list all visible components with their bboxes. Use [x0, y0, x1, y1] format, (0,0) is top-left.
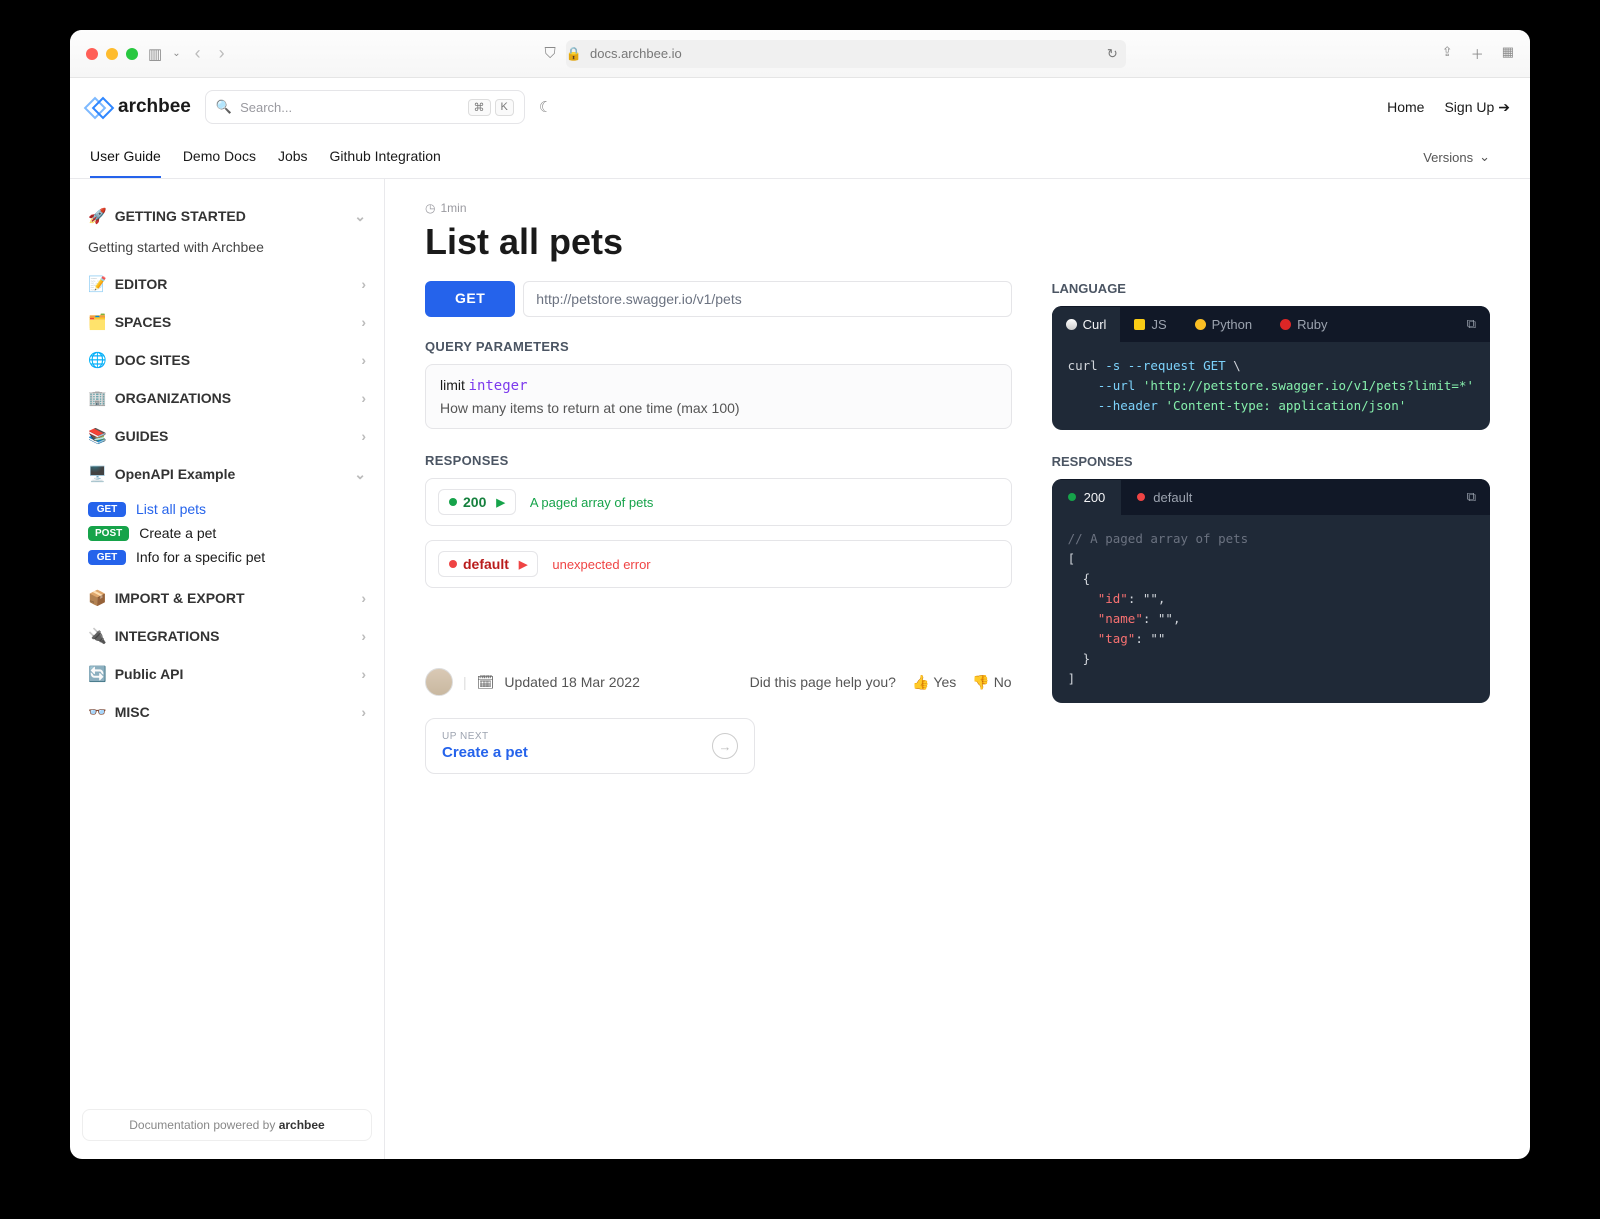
search-input[interactable]: 🔍 Search... ⌘ K [205, 90, 525, 124]
minimize-window-icon[interactable] [106, 48, 118, 60]
sidebar-toggle-icon[interactable]: ▥ [148, 45, 162, 63]
brand-name: archbee [118, 96, 191, 118]
dropdown-icon[interactable]: ⌄ [172, 48, 180, 59]
tab-github-integration[interactable]: Github Integration [330, 148, 441, 178]
search-placeholder: Search... [240, 100, 292, 115]
chevron-down-icon: ⌄ [1479, 149, 1490, 165]
up-next-title: Create a pet [442, 744, 528, 761]
responses-panel-header: RESPONSES [1052, 454, 1490, 469]
versions-dropdown[interactable]: Versions ⌄ [1423, 149, 1490, 177]
lang-tab-curl[interactable]: Curl [1052, 307, 1121, 342]
param-desc: How many items to return at one time (ma… [440, 400, 997, 416]
sidebar-item-getting-started[interactable]: Getting started with Archbee [82, 235, 372, 265]
clock-icon: ◷ [425, 201, 435, 215]
author-avatar[interactable] [425, 668, 453, 696]
calendar-icon: 🗓 [477, 674, 495, 691]
nav-signup[interactable]: Sign Up ➔ [1444, 99, 1510, 116]
up-next-label: UP NEXT [442, 731, 528, 742]
sidebar-section-public-api[interactable]: 🔄Public API› [82, 655, 372, 693]
lang-tab-js[interactable]: JS [1120, 307, 1180, 342]
new-tab-icon[interactable]: ＋ [1471, 44, 1484, 63]
resp-tab-default[interactable]: default [1121, 480, 1208, 515]
nav-home[interactable]: Home [1387, 99, 1424, 115]
param-type: integer [469, 378, 528, 394]
sidebar-section-editor[interactable]: 📝EDITOR› [82, 265, 372, 303]
kbd-k: K [495, 99, 514, 116]
copy-code-icon[interactable]: ⧉ [1453, 306, 1490, 342]
sidebar-section-getting-started[interactable]: 🚀 GETTING STARTED ⌄ [82, 197, 372, 235]
browser-window: ▥ ⌄ ‹ › ⛉ 🔒 docs.archbee.io ↻ ⇪ ＋ ▦ arch… [70, 30, 1530, 1159]
search-icon: 🔍 [216, 99, 232, 115]
url-text: docs.archbee.io [590, 46, 682, 61]
endpoint-url[interactable]: http://petstore.swagger.io/v1/pets [523, 281, 1011, 317]
maximize-window-icon[interactable] [126, 48, 138, 60]
method-badge: GET [425, 281, 515, 317]
arrow-right-icon: ➔ [1498, 99, 1510, 116]
thumbs-up-icon: 👍 [912, 674, 929, 691]
sidebar-section-spaces[interactable]: 🗂️SPACES› [82, 303, 372, 341]
sidebar-section-integrations[interactable]: 🔌INTEGRATIONS› [82, 617, 372, 655]
feedback-yes[interactable]: 👍Yes [912, 674, 956, 691]
tab-jobs[interactable]: Jobs [278, 148, 308, 178]
tabs-grid-icon[interactable]: ▦ [1502, 44, 1514, 63]
code-example-panel: Curl JS Python Ruby ⧉ curl -s --request … [1052, 306, 1490, 430]
param-name: limit [440, 377, 465, 393]
response-200[interactable]: 200▶ A paged array of pets [425, 478, 1012, 526]
kbd-cmd: ⌘ [468, 99, 491, 116]
query-params-header: QUERY PARAMETERS [425, 339, 1012, 354]
query-param-limit: limit integer How many items to return a… [425, 364, 1012, 429]
primary-tabs: User Guide Demo Docs Jobs Github Integra… [90, 148, 441, 178]
updated-text: Updated 18 Mar 2022 [504, 674, 639, 690]
titlebar: ▥ ⌄ ‹ › ⛉ 🔒 docs.archbee.io ↻ ⇪ ＋ ▦ [70, 30, 1530, 78]
share-icon[interactable]: ⇪ [1442, 44, 1453, 63]
sidebar-api-list-all-pets[interactable]: GET List all pets [82, 497, 372, 521]
resp-tab-200[interactable]: 200 [1052, 480, 1122, 515]
response-body[interactable]: // A paged array of pets [ { "id": "", "… [1052, 515, 1490, 703]
traffic-lights [86, 48, 138, 60]
main-content: ◷ 1min List all pets GET http://petstore… [385, 179, 1530, 1159]
tab-demo-docs[interactable]: Demo Docs [183, 148, 256, 178]
sidebar-footer[interactable]: Documentation powered by archbee [82, 1109, 372, 1141]
page-footer: | 🗓 Updated 18 Mar 2022 Did this page he… [425, 628, 1012, 696]
sidebar-api-create-a-pet[interactable]: POST Create a pet [82, 521, 372, 545]
sidebar-section-guides[interactable]: 📚GUIDES› [82, 417, 372, 455]
responses-header: RESPONSES [425, 453, 1012, 468]
rocket-icon: 🚀 [88, 207, 107, 225]
code-block[interactable]: curl -s --request GET \ --url 'http://pe… [1052, 342, 1490, 430]
sidebar-section-organizations[interactable]: 🏢ORGANIZATIONS› [82, 379, 372, 417]
sidebar-api-info-for-pet[interactable]: GET Info for a specific pet [82, 545, 372, 569]
brand-logo[interactable]: archbee [90, 96, 191, 118]
theme-toggle-icon[interactable]: ☾ [539, 98, 552, 116]
page-help-text: Did this page help you? [750, 674, 896, 690]
close-window-icon[interactable] [86, 48, 98, 60]
lang-tab-ruby[interactable]: Ruby [1266, 307, 1341, 342]
nav-back-icon[interactable]: ‹ [191, 43, 205, 64]
sidebar: 🚀 GETTING STARTED ⌄ Getting started with… [70, 179, 385, 1159]
nav-forward-icon[interactable]: › [215, 43, 229, 64]
app-header: archbee 🔍 Search... ⌘ K ☾ Home Sign Up ➔… [70, 78, 1530, 179]
url-bar[interactable]: 🔒 docs.archbee.io ↻ [566, 40, 1126, 68]
up-next-card[interactable]: UP NEXT Create a pet → [425, 718, 755, 774]
sidebar-section-doc-sites[interactable]: 🌐DOC SITES› [82, 341, 372, 379]
sidebar-section-misc[interactable]: 👓MISC› [82, 693, 372, 731]
copy-response-icon[interactable]: ⧉ [1453, 479, 1490, 515]
thumbs-down-icon: 👎 [972, 674, 989, 691]
response-default[interactable]: default▶ unexpected error [425, 540, 1012, 588]
response-body-panel: 200 default ⧉ // A paged array of pets [… [1052, 479, 1490, 703]
feedback-no[interactable]: 👎No [972, 674, 1011, 691]
lang-tab-python[interactable]: Python [1181, 307, 1266, 342]
arrow-right-circle-icon: → [712, 733, 738, 759]
reload-icon[interactable]: ↻ [1107, 46, 1118, 62]
tab-user-guide[interactable]: User Guide [90, 148, 161, 178]
sidebar-section-openapi[interactable]: 🖥️OpenAPI Example⌄ [82, 455, 372, 493]
chevron-down-icon: ⌄ [354, 208, 366, 225]
lock-icon: 🔒 [566, 46, 582, 62]
page-title: List all pets [425, 221, 1490, 263]
language-header: LANGUAGE [1052, 281, 1490, 296]
archbee-logo-icon [90, 96, 112, 118]
shield-icon[interactable]: ⛉ [545, 45, 556, 62]
sidebar-section-import-export[interactable]: 📦IMPORT & EXPORT› [82, 579, 372, 617]
read-time: ◷ 1min [425, 201, 1490, 215]
